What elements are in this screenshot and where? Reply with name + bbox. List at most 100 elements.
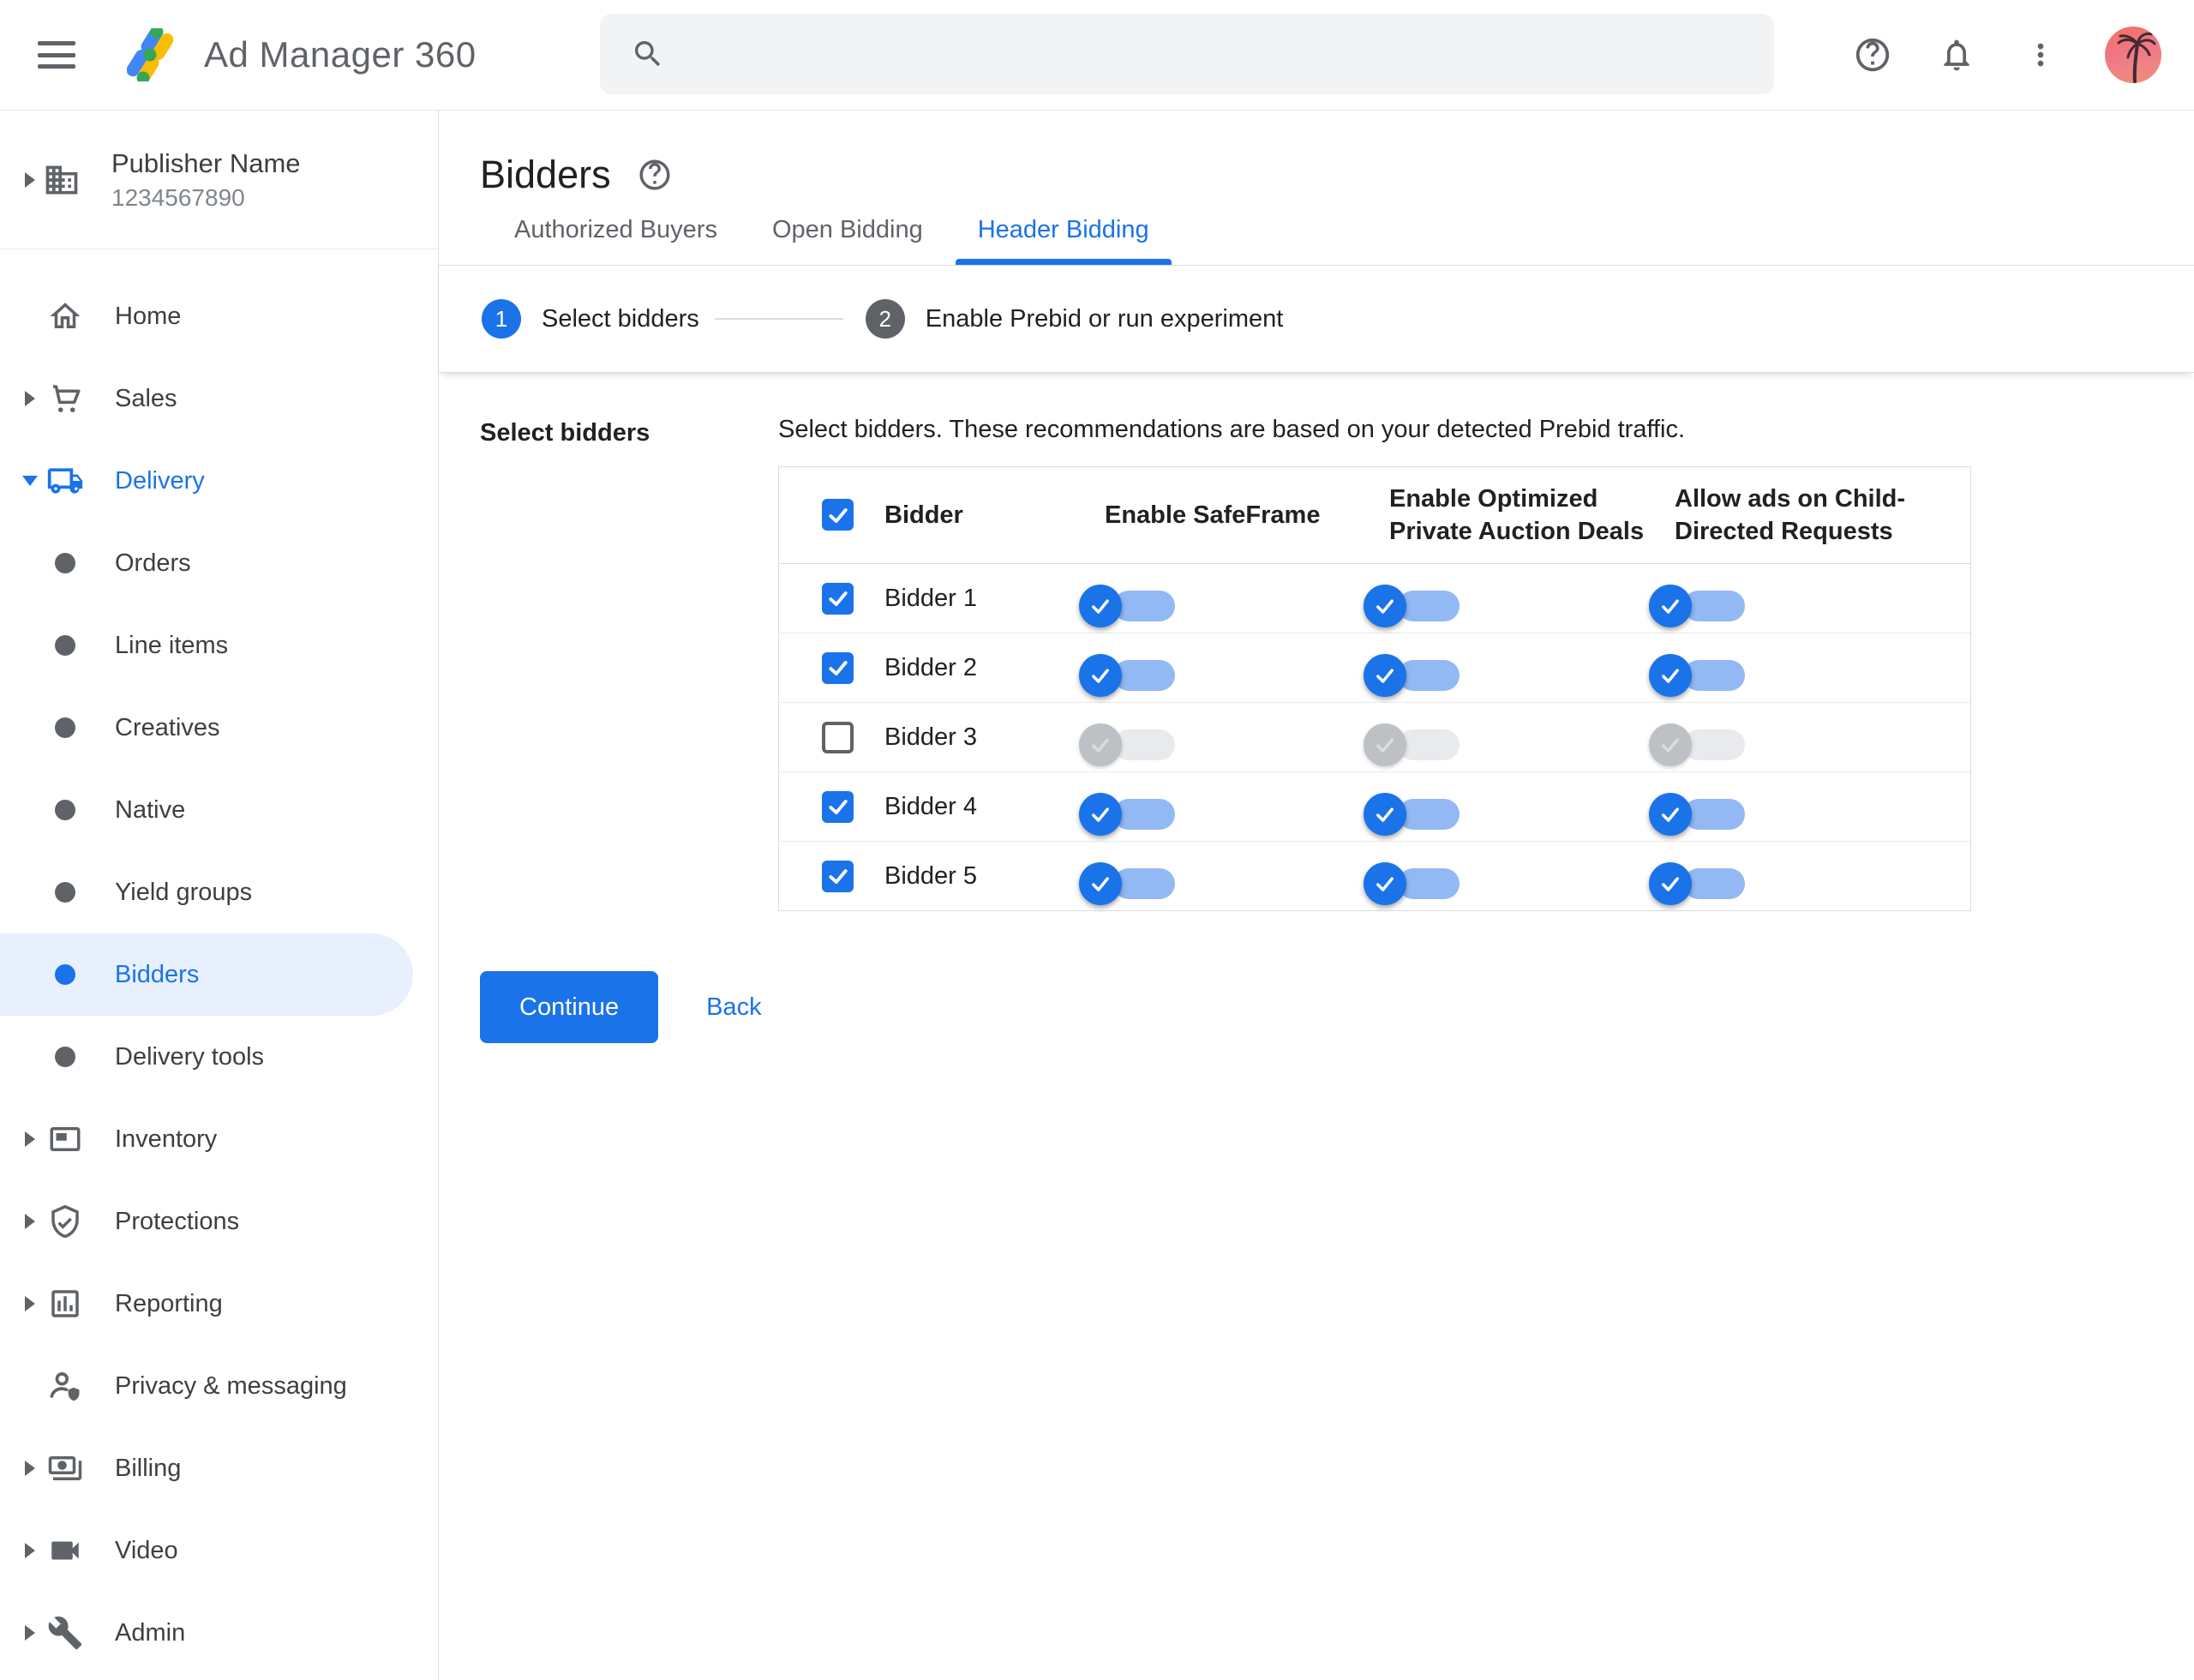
chevron-right-icon <box>25 1214 35 1229</box>
page-help-icon[interactable] <box>637 157 673 193</box>
bullet-icon <box>46 553 84 573</box>
notifications-bell-icon[interactable] <box>1937 35 1976 75</box>
step-2-label: Enable Prebid or run experiment <box>925 304 1284 333</box>
step-connector <box>714 318 843 320</box>
sidebar-item-delivery-tools[interactable]: Delivery tools <box>0 1016 438 1098</box>
sidebar-item-bidders[interactable]: Bidders <box>0 933 413 1016</box>
sidebar-item-native[interactable]: Native <box>0 769 438 851</box>
bar-chart-icon <box>46 1286 84 1322</box>
step-2: 2 Enable Prebid or run experiment <box>865 299 1284 339</box>
chevron-right-icon <box>25 1296 35 1311</box>
sidebar-item-creatives[interactable]: Creatives <box>0 687 438 769</box>
sidebar-item-reporting[interactable]: Reporting <box>0 1263 438 1345</box>
tab-open-bidding[interactable]: Open Bidding <box>745 216 950 265</box>
tab-bar: Authorized Buyers Open Bidding Header Bi… <box>439 200 2194 266</box>
chevron-right-icon <box>25 1543 35 1558</box>
search-bar[interactable] <box>600 14 1774 94</box>
shield-check-icon <box>46 1203 84 1239</box>
select-all-checkbox[interactable] <box>822 499 854 531</box>
cart-icon <box>46 381 84 417</box>
product-name: Ad Manager 360 <box>204 34 477 75</box>
person-shield-icon <box>46 1367 84 1405</box>
sidebar-item-orders[interactable]: Orders <box>0 522 438 604</box>
chevron-down-icon <box>22 476 38 486</box>
chevron-right-icon <box>25 1625 35 1641</box>
money-icon <box>46 1450 84 1486</box>
bullet-icon <box>46 635 84 656</box>
sidebar-item-sales[interactable]: Sales <box>0 357 438 440</box>
bullet-icon <box>46 882 84 903</box>
step-2-number: 2 <box>865 299 905 339</box>
bidder-name: Bidder 3 <box>884 723 978 751</box>
column-header-safeframe: Enable SafeFrame <box>1105 501 1321 529</box>
back-button[interactable]: Back <box>701 993 766 1023</box>
publisher-account-switcher[interactable]: Publisher Name 1234567890 <box>0 111 438 249</box>
row-checkbox[interactable] <box>822 582 854 615</box>
bullet-icon <box>46 964 84 985</box>
row-checkbox[interactable] <box>822 860 854 892</box>
row-checkbox[interactable] <box>822 721 854 753</box>
bullet-icon <box>46 1047 84 1067</box>
building-icon <box>43 160 81 200</box>
tab-header-bidding[interactable]: Header Bidding <box>950 216 1177 265</box>
sidebar-item-line-items[interactable]: Line items <box>0 604 438 687</box>
continue-button[interactable]: Continue <box>480 971 659 1043</box>
search-icon <box>635 41 661 67</box>
table-row: Bidder 4 <box>779 772 1970 842</box>
sidebar-item-protections[interactable]: Protections <box>0 1180 438 1263</box>
sidebar-item-delivery[interactable]: Delivery <box>0 440 438 522</box>
table-row: Bidder 5 <box>779 842 1970 910</box>
row-checkbox[interactable] <box>822 790 854 823</box>
main-content: Bidders Authorized Buyers Open Bidding H… <box>439 111 2194 1680</box>
bullet-icon <box>46 800 84 820</box>
table-row: Bidder 1 <box>779 564 1970 633</box>
publisher-name: Publisher Name <box>111 147 301 178</box>
sidebar-nav: Home Sales Delivery Orders Line items Cr… <box>0 249 438 1674</box>
bidders-table: Bidder Enable SafeFrame Enable Optimized… <box>778 466 1971 911</box>
step-1-number: 1 <box>482 299 521 339</box>
bidder-name: Bidder 5 <box>884 861 978 890</box>
section-description: Select bidders. These recommendations ar… <box>778 416 1686 443</box>
table-row: Bidder 3 <box>779 703 1970 772</box>
help-icon[interactable] <box>1853 35 1892 75</box>
ad-manager-logo-icon <box>127 28 173 81</box>
bidder-name: Bidder 2 <box>884 653 978 681</box>
wrench-icon <box>46 1615 84 1651</box>
column-header-bidder: Bidder <box>884 501 963 529</box>
stepper: 1 Select bidders 2 Enable Prebid or run … <box>439 266 2194 373</box>
kebab-menu-icon[interactable] <box>2021 35 2060 75</box>
inventory-icon <box>46 1121 84 1157</box>
video-camera-icon <box>46 1533 84 1569</box>
app-bar: Ad Manager 360 <box>0 0 2194 111</box>
menu-icon[interactable] <box>38 41 75 69</box>
column-header-optimized-deals: Enable Optimized Private Auction Deals <box>1389 484 1645 545</box>
search-input[interactable] <box>691 39 1748 69</box>
chevron-right-icon <box>25 171 35 188</box>
bidder-name: Bidder 1 <box>884 584 978 612</box>
sidebar-item-billing[interactable]: Billing <box>0 1427 438 1509</box>
chevron-right-icon <box>25 1461 35 1476</box>
truck-icon <box>46 462 84 500</box>
tab-authorized-buyers[interactable]: Authorized Buyers <box>487 216 745 265</box>
section-label: Select bidders <box>480 419 650 447</box>
row-checkbox[interactable] <box>822 651 854 684</box>
sidebar-item-inventory[interactable]: Inventory <box>0 1098 438 1180</box>
step-1: 1 Select bidders <box>482 299 699 339</box>
sidebar-item-home[interactable]: Home <box>0 275 438 357</box>
sidebar-item-privacy-messaging[interactable]: Privacy & messaging <box>0 1345 438 1427</box>
publisher-id: 1234567890 <box>111 183 245 211</box>
column-header-child-directed: Allow ads on Child-Directed Requests <box>1675 484 1906 545</box>
page-title: Bidders <box>480 153 611 196</box>
bidder-name: Bidder 4 <box>884 792 978 820</box>
sidebar-item-yield-groups[interactable]: Yield groups <box>0 851 438 933</box>
avatar[interactable] <box>2105 27 2161 83</box>
chevron-right-icon <box>25 391 35 406</box>
sidebar-item-video[interactable]: Video <box>0 1509 438 1592</box>
step-1-label: Select bidders <box>542 304 699 333</box>
sidebar-item-admin[interactable]: Admin <box>0 1592 438 1674</box>
home-icon <box>46 298 84 334</box>
bullet-icon <box>46 717 84 738</box>
table-row: Bidder 2 <box>779 633 1970 703</box>
table-header-row: Bidder Enable SafeFrame Enable Optimized… <box>779 467 1970 564</box>
sidebar: Publisher Name 1234567890 Home Sales Del… <box>0 111 439 1680</box>
